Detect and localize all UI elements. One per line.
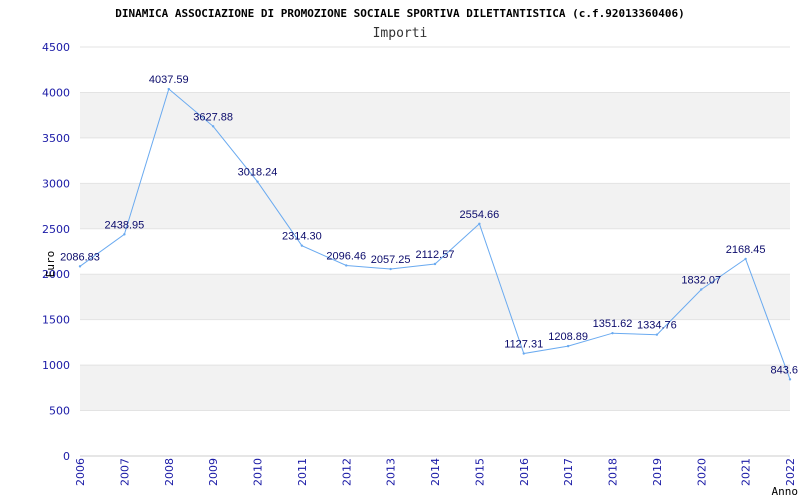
- x-tick-label: 2020: [695, 458, 708, 486]
- data-point: [345, 264, 348, 267]
- data-label: 3018.24: [238, 167, 278, 179]
- data-label: 2086.83: [60, 251, 100, 263]
- data-point: [389, 267, 392, 271]
- data-point: [655, 333, 659, 336]
- data-label: 1351.62: [593, 318, 633, 330]
- data-label: 2112.57: [416, 249, 455, 261]
- grid-band: [80, 183, 790, 229]
- y-tick-label: 4000: [42, 86, 70, 99]
- x-tick-label: 2016: [518, 458, 531, 486]
- data-label: 1334.76: [637, 320, 677, 332]
- chart: 0 500 1000 1500 2000 2500 3000 3500 4000 4500 200…: [0, 0, 800, 500]
- x-tick-label: 2008: [163, 458, 176, 486]
- chart-svg: 050010001500200025003000350040004500 200…: [42, 7, 799, 498]
- data-label: 2096.46: [326, 250, 366, 262]
- data-label: 2438.95: [104, 219, 144, 231]
- data-label: 3627.88: [193, 111, 233, 123]
- data-point: [522, 352, 525, 355]
- x-tick-label: 2010: [252, 458, 265, 486]
- data-label: 2314.30: [282, 231, 322, 243]
- chart-subtitle: Importi: [373, 26, 428, 41]
- grid-band: [80, 365, 790, 411]
- x-tick-label: 2015: [473, 458, 486, 486]
- data-label: 2554.66: [459, 209, 499, 221]
- y-tick-label: 3000: [42, 177, 70, 190]
- grid-band: [80, 92, 790, 138]
- chart-title: DINAMICA ASSOCIAZIONE DI PROMOZIONE SOCI…: [115, 7, 685, 20]
- data-point: [211, 125, 215, 128]
- data-label: 1127.31: [504, 339, 543, 351]
- data-label: 2057.25: [371, 254, 411, 266]
- data-point: [167, 87, 170, 91]
- x-tick-label: 2018: [607, 458, 620, 486]
- data-point: [300, 244, 304, 247]
- y-tick-label: 3500: [42, 132, 70, 145]
- data-point: [256, 180, 259, 183]
- data-point: [78, 265, 82, 268]
- data-label: 843.6: [770, 364, 798, 376]
- data-point: [611, 331, 614, 335]
- y-axis-label: Euro: [44, 251, 57, 278]
- y-tick-label: 1000: [42, 359, 70, 372]
- data-point: [478, 222, 481, 226]
- data-point: [123, 233, 126, 236]
- x-tick-label: 2006: [74, 458, 87, 486]
- y-tick-label: 2500: [42, 223, 70, 236]
- y-tick-label: 1500: [42, 314, 70, 327]
- x-tick-label: 2012: [340, 458, 353, 486]
- data-point: [788, 378, 792, 381]
- x-tick-label: 2011: [296, 458, 309, 486]
- data-point: [566, 344, 570, 348]
- data-label: 2168.45: [726, 244, 766, 256]
- y-tick-label: 500: [49, 405, 70, 418]
- x-tick-label: 2009: [207, 458, 220, 486]
- data-point: [700, 288, 703, 291]
- x-tick-label: 2022: [784, 458, 797, 486]
- x-tick-label: 2007: [118, 458, 131, 486]
- data-label: 4037.59: [149, 74, 189, 86]
- data-point: [744, 257, 747, 261]
- x-tick-label: 2014: [429, 458, 442, 486]
- x-tick-label: 2019: [651, 458, 664, 486]
- data-label: 1832.07: [681, 274, 721, 286]
- x-tick-label: 2017: [562, 458, 575, 486]
- x-axis-label: Anno: [772, 485, 799, 498]
- x-tick-label: 2021: [740, 458, 753, 486]
- data-point: [433, 262, 437, 266]
- y-tick-label: 0: [63, 450, 70, 463]
- x-tick-labels: 2006 2007 2008 2009 2010 2011 2012 2013 2014 2015…: [74, 458, 797, 486]
- x-tick-label: 2013: [385, 458, 398, 486]
- data-label: 1208.89: [548, 331, 588, 343]
- y-tick-label: 4500: [42, 41, 70, 54]
